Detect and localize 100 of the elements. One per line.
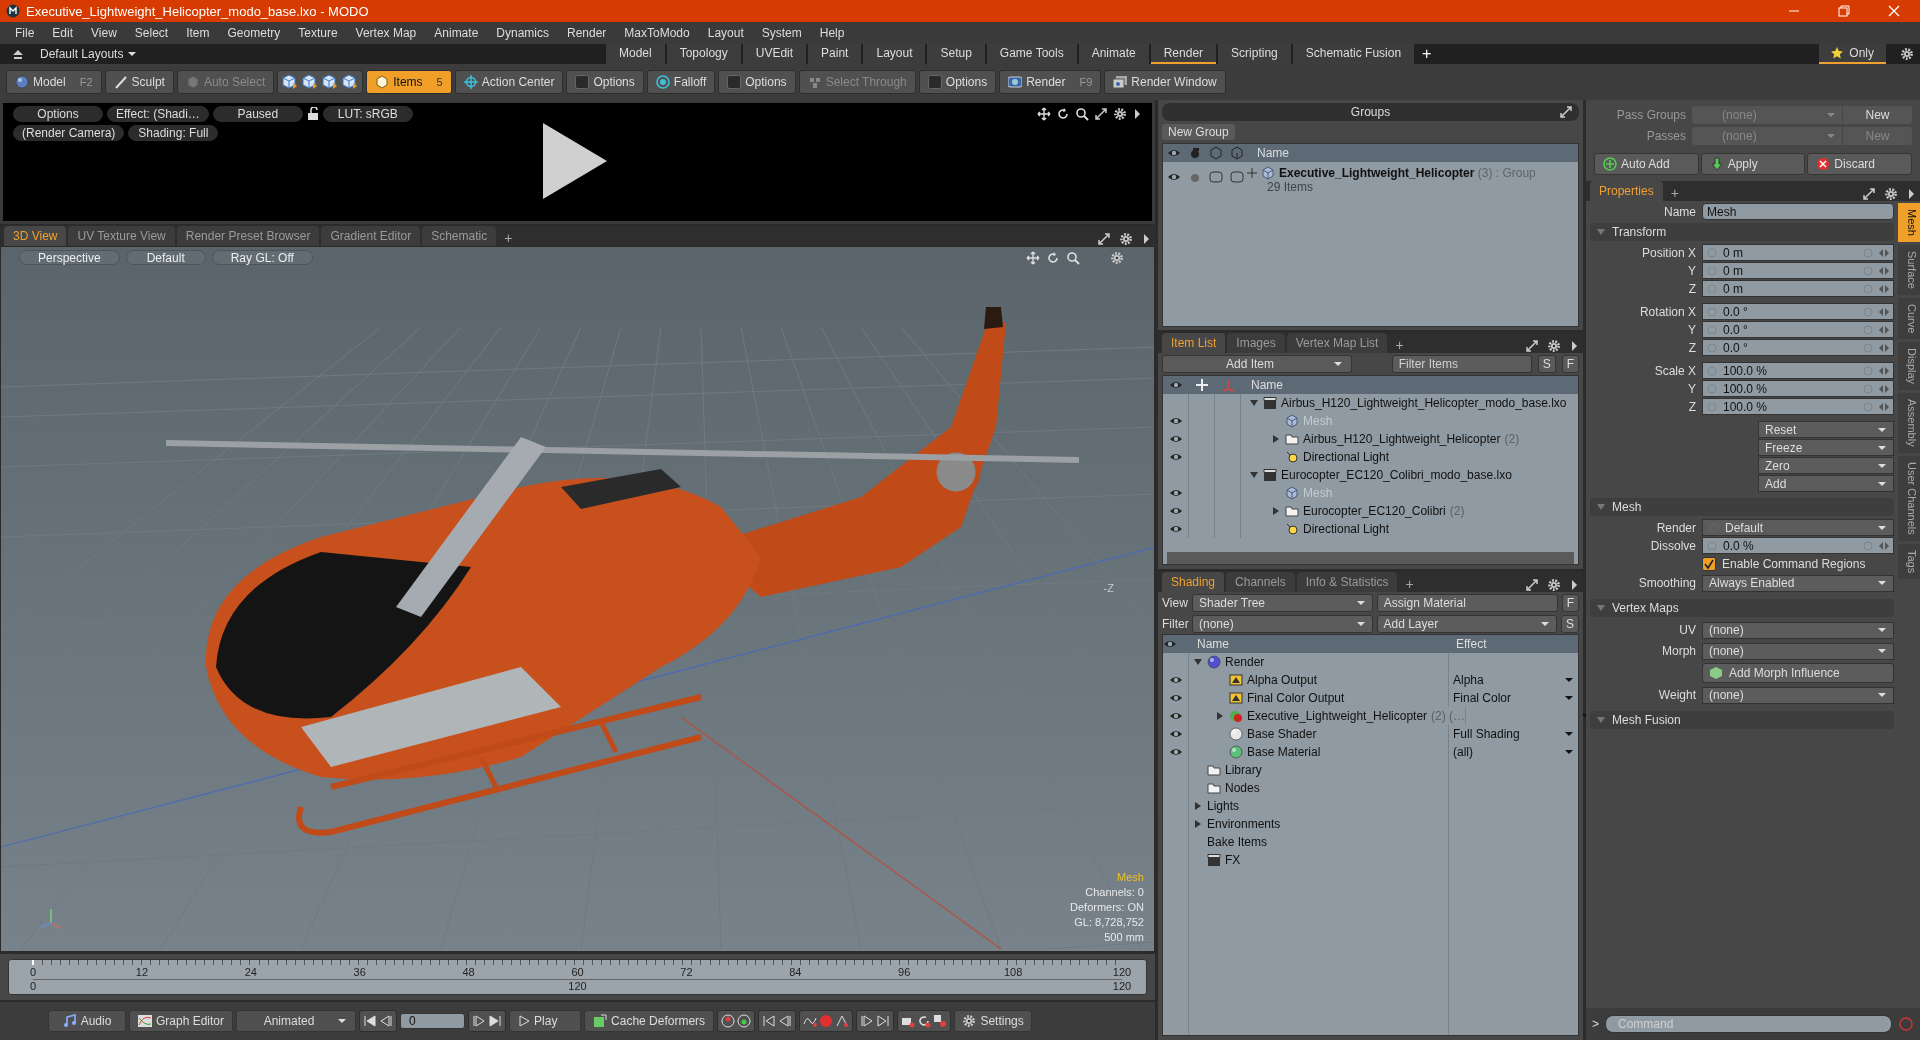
menu-item[interactable]: Animate xyxy=(425,26,488,40)
step-back-icon[interactable] xyxy=(379,1014,394,1028)
horizontal-scrollbar[interactable] xyxy=(1167,552,1574,564)
select-dropdown[interactable]: (none) xyxy=(1702,642,1894,660)
number-field[interactable]: 100.0 % xyxy=(1702,398,1894,415)
preview-option-button[interactable]: Paused xyxy=(212,106,303,122)
options-button[interactable]: Options xyxy=(566,70,644,94)
expand-arrow-icon[interactable] xyxy=(1215,711,1225,721)
name-field[interactable]: Mesh xyxy=(1702,203,1894,220)
arrow-right-icon[interactable] xyxy=(1906,187,1916,201)
sculpt-tool-button[interactable]: Sculpt xyxy=(104,70,174,94)
model-tool-button[interactable]: Model F2 xyxy=(6,70,102,94)
expand-icon[interactable] xyxy=(1097,232,1111,246)
menu-item[interactable]: Edit xyxy=(43,26,83,40)
tree-item[interactable]: Executive_Lightweight_Helicopter xyxy=(1247,709,1428,723)
view-option-button[interactable]: Default xyxy=(125,250,206,265)
preview-option-button[interactable]: Shading: Full xyxy=(128,125,219,141)
tree-item[interactable]: Library xyxy=(1225,763,1262,777)
select-dropdown[interactable]: Always Enabled xyxy=(1702,574,1894,592)
menu-item[interactable]: Dynamics xyxy=(487,26,558,40)
effect-value[interactable]: Final Color xyxy=(1453,691,1512,705)
auto-key-icon[interactable] xyxy=(835,1014,850,1028)
plus-icon[interactable] xyxy=(1247,168,1257,178)
tree-item[interactable]: Final Color Output xyxy=(1247,691,1345,705)
select-toggle-icon[interactable] xyxy=(1229,170,1244,184)
options-button[interactable]: Options xyxy=(918,70,997,94)
tree-item[interactable]: Alpha Output xyxy=(1247,673,1318,687)
key-icon[interactable] xyxy=(737,1014,752,1028)
panel-tab[interactable]: Channels xyxy=(1226,572,1295,592)
expand-icon[interactable] xyxy=(1094,107,1108,121)
view-dropdown[interactable]: Shader Tree xyxy=(1192,593,1373,612)
layout-tab[interactable]: Scripting xyxy=(1218,44,1291,64)
panel-tab[interactable]: Gradient Editor xyxy=(321,226,421,246)
menu-item[interactable]: MaxToModo xyxy=(615,26,699,40)
checkbox[interactable] xyxy=(1702,556,1716,571)
tree-item[interactable]: Lights xyxy=(1207,799,1240,813)
number-field[interactable]: 0 m xyxy=(1702,244,1894,261)
effect-value[interactable]: (all) xyxy=(1453,745,1473,759)
panel-tab[interactable]: Vertex Map List xyxy=(1286,333,1388,353)
section-header[interactable]: Mesh Fusion xyxy=(1590,711,1894,729)
section-header[interactable]: Vertex Maps xyxy=(1590,599,1894,617)
layout-tab[interactable]: Animate xyxy=(1078,44,1149,64)
add-tab-button[interactable]: + xyxy=(498,230,519,246)
collapse-arrow-icon[interactable] xyxy=(1249,470,1259,480)
arrow-right-icon[interactable] xyxy=(1569,339,1579,353)
expand-icon[interactable] xyxy=(1559,105,1573,119)
key-icon[interactable] xyxy=(721,1014,736,1028)
number-field[interactable]: 100.0 % xyxy=(1702,362,1894,379)
panel-tab[interactable]: Item List xyxy=(1162,333,1226,353)
side-tab[interactable]: Surface xyxy=(1898,244,1920,295)
panel-tab[interactable]: Properties xyxy=(1590,181,1663,201)
number-field[interactable]: 0.0 ° xyxy=(1702,303,1894,320)
side-tab[interactable]: User Channels xyxy=(1898,455,1920,541)
new-group-button[interactable]: New Group xyxy=(1162,124,1235,140)
settings-icon[interactable] xyxy=(1884,187,1898,201)
filter-mode-button[interactable]: S xyxy=(1561,614,1579,633)
menu-item[interactable]: Render xyxy=(558,26,616,40)
refresh-icon[interactable] xyxy=(917,1014,932,1028)
layout-tab[interactable]: Game Tools xyxy=(986,44,1077,64)
add-layout-button[interactable]: + xyxy=(1416,45,1438,63)
step-forward-icon[interactable] xyxy=(472,1014,487,1028)
pass-action-button[interactable]: Apply xyxy=(1700,153,1806,175)
new-pass-button[interactable]: New xyxy=(1843,106,1912,124)
graph-editor-button[interactable]: Graph Editor xyxy=(129,1010,234,1032)
settings-icon[interactable] xyxy=(1547,578,1561,592)
collapse-arrow-icon[interactable] xyxy=(1249,398,1259,408)
panel-tab[interactable]: Images xyxy=(1227,333,1285,353)
layout-tab[interactable]: Model xyxy=(606,44,665,64)
add-item-dropdown[interactable]: Add Item xyxy=(1162,355,1352,373)
tree-item[interactable]: Eurocopter_EC120_Colibri xyxy=(1303,504,1446,518)
previous-key-icon[interactable] xyxy=(778,1014,793,1028)
search-icon[interactable] xyxy=(1075,107,1089,121)
add-tab-button[interactable]: + xyxy=(1664,185,1685,201)
items-tool-button[interactable]: Items 5 xyxy=(366,70,452,94)
menu-item[interactable]: Texture xyxy=(289,26,347,40)
side-tab[interactable]: Mesh xyxy=(1898,203,1920,242)
preview-option-button[interactable]: (Render Camera) xyxy=(13,125,125,141)
tree-item[interactable]: Base Material xyxy=(1247,745,1321,759)
select-dropdown[interactable]: (none) xyxy=(1702,686,1894,704)
expand-icon[interactable] xyxy=(1525,339,1539,353)
add-morph-button[interactable]: Add Morph Influence xyxy=(1702,663,1894,683)
panel-tab[interactable]: Render Preset Browser xyxy=(176,226,320,246)
side-tab[interactable]: Assembly xyxy=(1898,393,1920,453)
next-key-icon[interactable] xyxy=(876,1014,891,1028)
arrow-right-icon[interactable] xyxy=(1132,107,1142,121)
falloff-tool-button[interactable]: Falloff xyxy=(646,70,716,94)
filter-mode-button[interactable]: F xyxy=(1561,593,1579,612)
panel-tab[interactable]: UV Texture View xyxy=(68,226,175,246)
section-header[interactable]: Mesh xyxy=(1590,498,1894,516)
expand-arrow-icon[interactable] xyxy=(1271,434,1281,444)
side-tab[interactable]: Curve xyxy=(1898,297,1920,340)
settings-icon[interactable] xyxy=(1900,47,1914,61)
expand-arrow-icon[interactable] xyxy=(1271,506,1281,516)
menu-item[interactable]: Layout xyxy=(698,26,753,40)
close-button[interactable] xyxy=(1888,5,1900,17)
number-field[interactable]: 0.0 ° xyxy=(1702,339,1894,356)
move-icon[interactable] xyxy=(1037,107,1051,121)
tree-item[interactable]: FX xyxy=(1225,853,1241,867)
layout-tab[interactable]: Render xyxy=(1150,44,1217,64)
tree-item[interactable]: Bake Items xyxy=(1207,835,1268,849)
